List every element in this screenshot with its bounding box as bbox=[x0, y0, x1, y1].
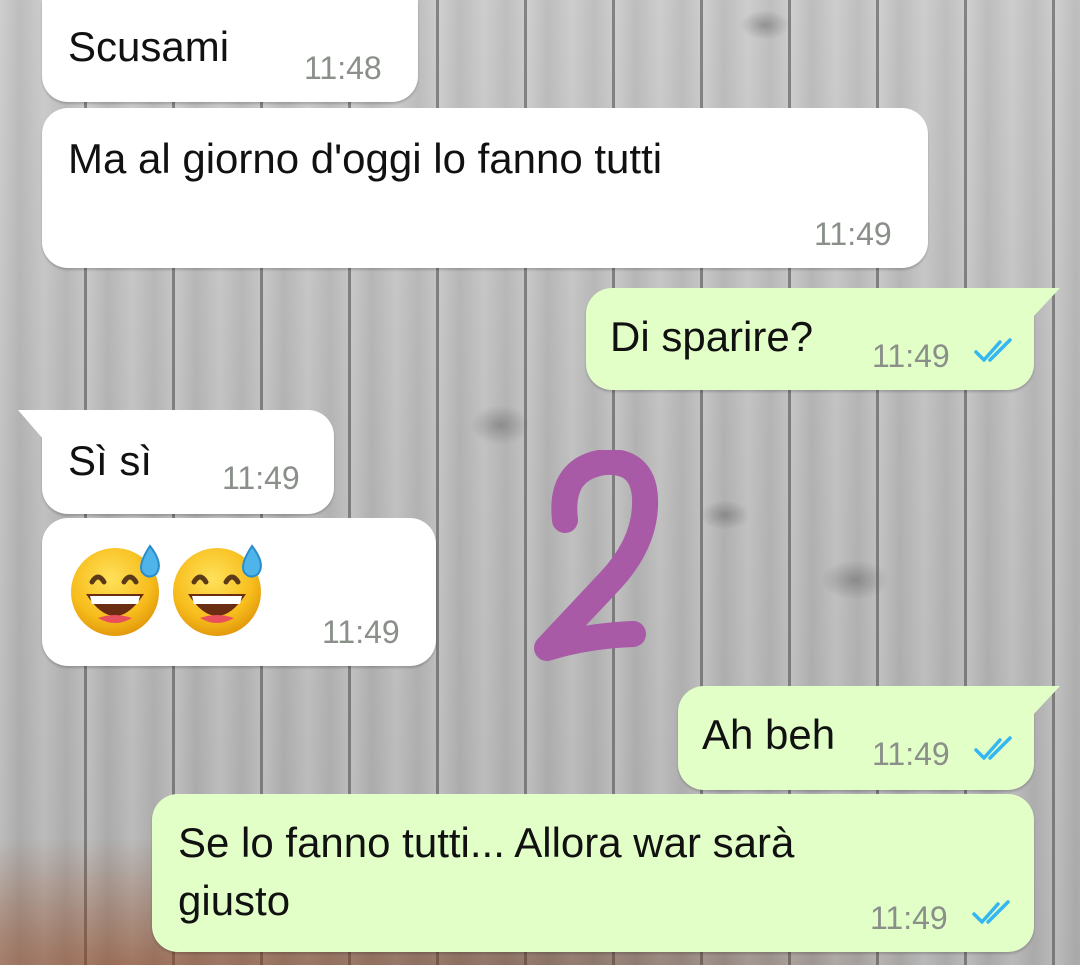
message-time: 11:49 bbox=[872, 736, 950, 772]
read-double-check-icon bbox=[972, 900, 1010, 924]
bubble-tail bbox=[1032, 288, 1060, 318]
incoming-emoji-message[interactable]: 11:49 bbox=[42, 518, 436, 666]
incoming-message[interactable]: Ma al giorno d'oggi lo fanno tutti 11:49 bbox=[42, 108, 928, 268]
grinning-face-with-sweat-emoji bbox=[71, 544, 160, 636]
grinning-face-with-sweat-emoji bbox=[173, 544, 262, 636]
bubble-tail bbox=[18, 410, 44, 440]
message-time: 11:49 bbox=[814, 216, 892, 252]
read-double-check-icon bbox=[974, 338, 1012, 362]
message-text: Di sparire? bbox=[610, 313, 814, 360]
message-time: 11:49 bbox=[872, 338, 950, 374]
message-text-line-2: giusto bbox=[178, 877, 291, 924]
incoming-message[interactable]: Scusami 11:48 bbox=[42, 0, 418, 102]
incoming-message[interactable]: Sì sì 11:49 bbox=[18, 410, 334, 514]
message-time: 11:49 bbox=[222, 460, 300, 496]
read-double-check-icon bbox=[974, 736, 1012, 760]
message-time: 11:49 bbox=[322, 614, 400, 650]
message-text-line-1: Se lo fanno tutti... Allora war sarà bbox=[178, 819, 795, 866]
message-text: Scusami bbox=[68, 23, 230, 70]
message-time: 11:48 bbox=[304, 50, 382, 86]
message-time: 11:49 bbox=[870, 900, 948, 936]
outgoing-message[interactable]: Di sparire? 11:49 bbox=[586, 288, 1060, 390]
handwritten-number-overlay: 2 bbox=[534, 450, 659, 661]
message-text: Sì sì bbox=[68, 437, 153, 484]
outgoing-message[interactable]: Se lo fanno tutti... Allora war sarà giu… bbox=[152, 794, 1034, 952]
outgoing-message[interactable]: Ah beh 11:49 bbox=[678, 686, 1060, 790]
message-text: Ma al giorno d'oggi lo fanno tutti bbox=[68, 135, 663, 182]
message-text: Ah beh bbox=[702, 711, 836, 758]
bubble-tail bbox=[1032, 686, 1060, 716]
